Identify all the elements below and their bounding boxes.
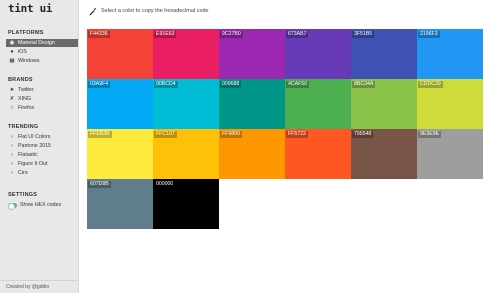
color-swatch[interactable]: 4CAF50 <box>285 79 351 129</box>
color-swatch[interactable]: 9E9E9E <box>417 129 483 179</box>
chevron-right-icon: › <box>11 170 13 176</box>
windows-icon: ▦ <box>9 58 15 64</box>
swatch-hex-label: 00BCD4 <box>154 81 178 88</box>
swatch-hex-label: FF5722 <box>286 131 308 138</box>
swatch-hex-label: 607D8B <box>88 181 111 188</box>
footer-divider <box>0 280 79 281</box>
sidebar-item-flatastic[interactable]: › Flatastic <box>6 151 78 159</box>
color-swatch[interactable]: FF9800 <box>219 129 285 179</box>
swatch-hex-label: FFEB3B <box>88 131 112 138</box>
chevron-right-icon: › <box>11 143 13 149</box>
sidebar-item-twitter[interactable]: ➤ Twitter <box>6 86 78 94</box>
swatch-hex-label: 2196F3 <box>418 31 440 38</box>
sidebar-item-windows[interactable]: ▦ Windows <box>6 57 78 65</box>
color-swatch[interactable]: 8BC34A <box>351 79 417 129</box>
swatch-hex-label: 000000 <box>154 181 176 188</box>
sidebar-item-figure-it-out[interactable]: › Figure It Out <box>6 160 78 168</box>
setting-show-hex-codes[interactable]: Show HEX codes <box>6 201 78 210</box>
color-swatch[interactable]: 009688 <box>219 79 285 129</box>
color-swatch[interactable]: 9C27B0 <box>219 29 285 79</box>
firefox-icon: ○ <box>10 105 14 111</box>
color-swatch[interactable]: 607D8B <box>87 179 153 229</box>
swatch-hex-label: 4CAF50 <box>286 81 310 88</box>
chevron-right-icon: › <box>11 152 13 158</box>
swatch-hex-label: E91E63 <box>154 31 177 38</box>
sidebar-item-label: XING <box>18 96 31 102</box>
eyedropper-icon <box>89 7 97 16</box>
sidebar-item-label: Flat UI Colors <box>18 134 51 140</box>
sidebar-item-label: Figure It Out <box>18 161 48 167</box>
section-title-trending: TRENDING <box>8 124 39 130</box>
app-logo[interactable]: tint ui <box>8 2 53 15</box>
sidebar-item-xing[interactable]: ✗ XING <box>6 95 78 103</box>
section-title-platforms: PLATFORMS <box>8 30 44 36</box>
swatch-hex-label: CDDC39 <box>418 81 443 88</box>
swatch-hex-label: 673AB7 <box>286 31 309 38</box>
section-title-brands: BRANDS <box>8 77 33 83</box>
color-swatch[interactable]: CDDC39 <box>417 79 483 129</box>
sidebar-item-label: Windows <box>18 58 40 64</box>
color-swatch[interactable]: 673AB7 <box>285 29 351 79</box>
sidebar: tint ui PLATFORMS ◉ Material Design ● iO… <box>0 0 79 293</box>
swatch-hex-label: F44336 <box>88 31 110 38</box>
sidebar-item-label: iOS <box>18 49 27 55</box>
sidebar-item-material-design[interactable]: ◉ Material Design <box>6 39 78 47</box>
sidebar-item-label: Flatastic <box>18 152 38 158</box>
apple-icon: ● <box>10 49 14 55</box>
topbar-hint: Select a color to copy the hexadecimal c… <box>101 8 209 14</box>
chevron-right-icon: › <box>11 161 13 167</box>
sidebar-footer: Created by @gddio <box>6 284 50 290</box>
material-design-icon: ◉ <box>9 40 15 46</box>
color-swatch[interactable]: 00BCD4 <box>153 79 219 129</box>
color-swatch[interactable]: 2196F3 <box>417 29 483 79</box>
sidebar-item-firefox[interactable]: ○ Firefox <box>6 104 78 112</box>
sidebar-item-flat-ui-colors[interactable]: › Flat UI Colors <box>6 133 78 141</box>
color-swatch[interactable]: 3F51B5 <box>351 29 417 79</box>
color-swatch[interactable]: FF5722 <box>285 129 351 179</box>
swatch-hex-label: 9E9E9E <box>418 131 442 138</box>
color-swatch[interactable]: F44336 <box>87 29 153 79</box>
color-swatch[interactable]: FFEB3B <box>87 129 153 179</box>
twitter-icon: ➤ <box>9 87 15 93</box>
sidebar-item-label: Twitter <box>18 87 34 93</box>
swatch-hex-label: 9C27B0 <box>220 31 243 38</box>
swatch-hex-label: FFC107 <box>154 131 177 138</box>
setting-label: Show HEX codes <box>20 202 62 208</box>
color-swatch[interactable]: FFC107 <box>153 129 219 179</box>
sidebar-item-label: Firefox <box>18 105 35 111</box>
swatch-hex-label: 009688 <box>220 81 242 88</box>
swatch-hex-label: FF9800 <box>220 131 242 138</box>
color-swatch[interactable]: 795548 <box>351 129 417 179</box>
sidebar-item-label: Ciro <box>18 170 28 176</box>
sidebar-item-label: Pantone 2015 <box>18 143 51 149</box>
swatch-hex-label: 795548 <box>352 131 374 138</box>
topbar: Select a color to copy the hexadecimal c… <box>80 0 500 22</box>
section-title-settings: SETTINGS <box>8 192 38 198</box>
sidebar-item-pantone-2015[interactable]: › Pantone 2015 <box>6 142 78 150</box>
sidebar-item-ciro[interactable]: › Ciro <box>6 169 78 177</box>
sidebar-item-label: Material Design <box>18 40 55 46</box>
swatch-hex-label: 03A9F4 <box>88 81 111 88</box>
swatch-hex-label: 3F51B5 <box>352 31 375 38</box>
xing-icon: ✗ <box>9 96 15 102</box>
swatch-hex-label: 8BC34A <box>352 81 376 88</box>
toggle-on-icon[interactable] <box>8 202 17 210</box>
color-swatch[interactable]: 000000 <box>153 179 219 229</box>
chevron-right-icon: › <box>11 134 13 140</box>
color-swatch[interactable]: 03A9F4 <box>87 79 153 129</box>
sidebar-item-ios[interactable]: ● iOS <box>6 48 78 56</box>
color-swatch[interactable]: E91E63 <box>153 29 219 79</box>
